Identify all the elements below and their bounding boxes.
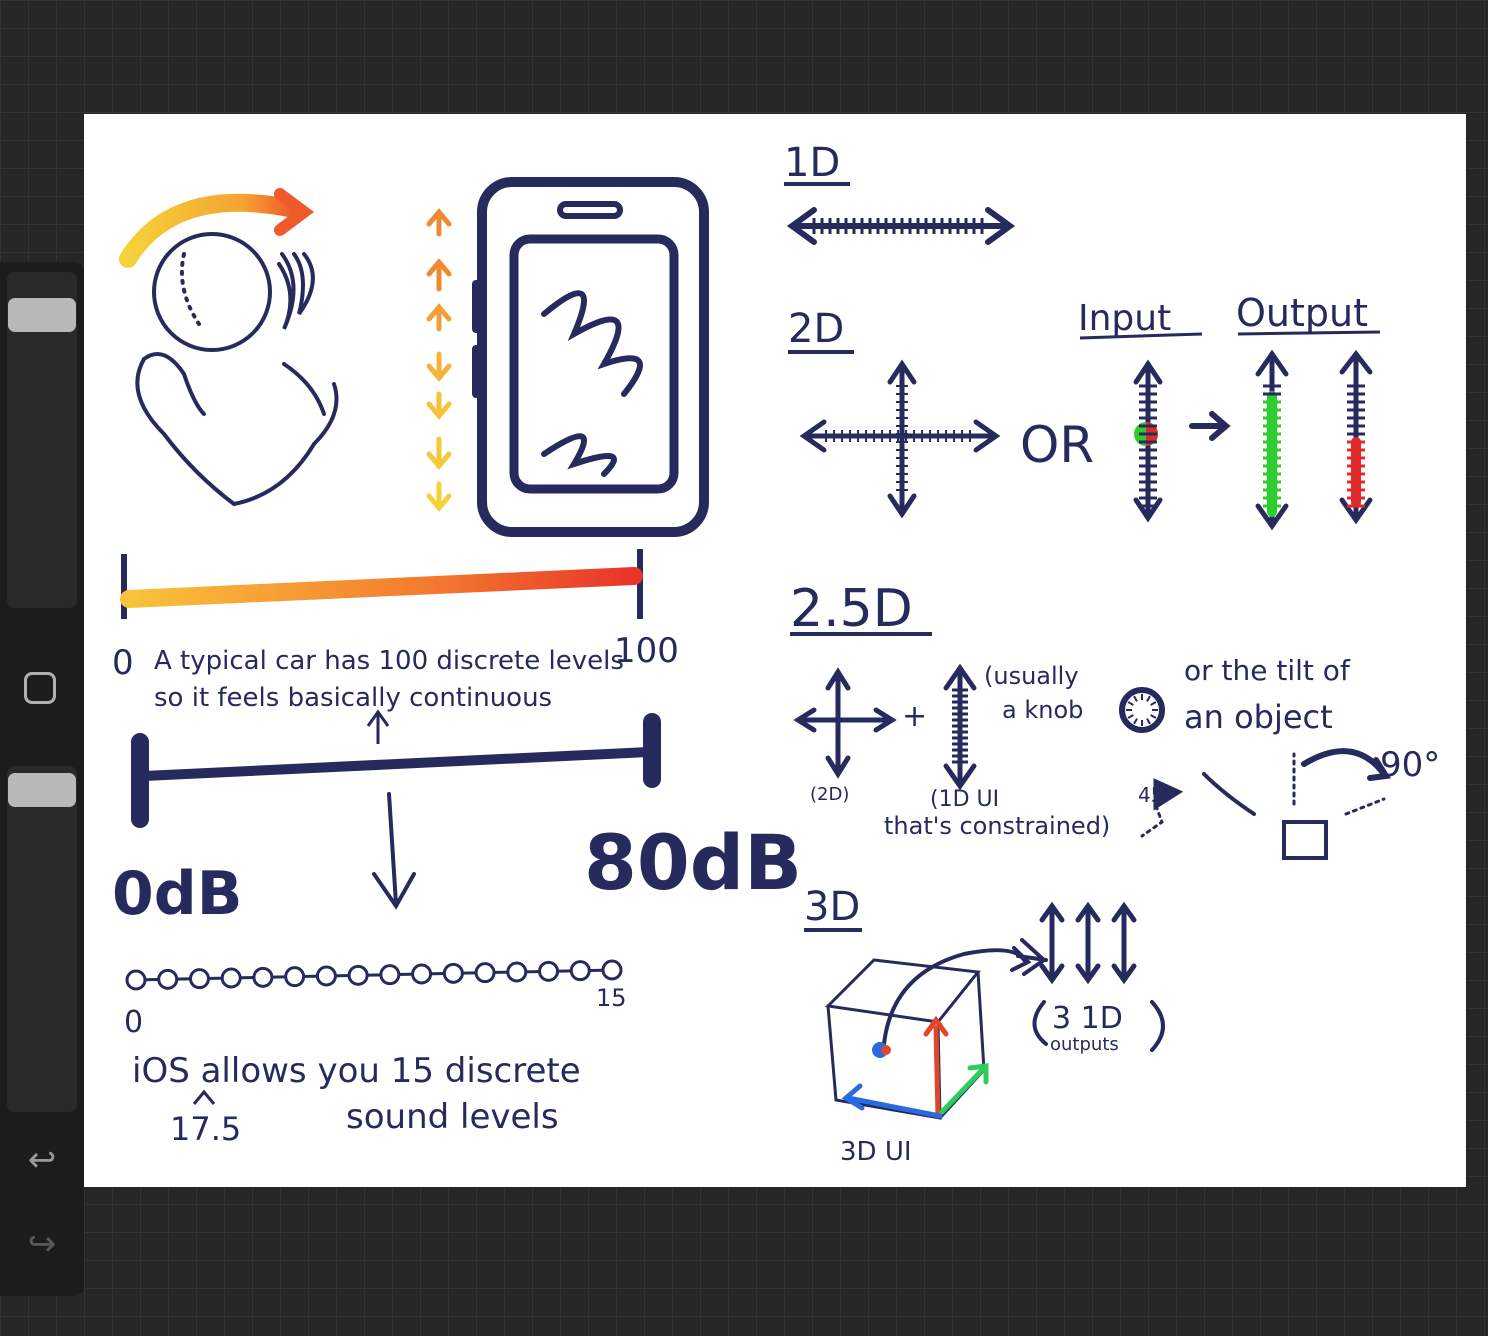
car-caption-2: so it feels basically continuous — [154, 683, 552, 713]
modify-button[interactable] — [24, 672, 56, 704]
ios-note: 17.5 — [170, 1110, 241, 1148]
knob-tick — [1133, 718, 1138, 725]
or-label: OR — [1020, 416, 1094, 474]
ios-level-dot — [220, 967, 242, 989]
brush-size-slider[interactable] — [8, 298, 76, 332]
knob-tick — [1150, 714, 1157, 719]
knob-tick — [1133, 695, 1138, 702]
an-object-label: an object — [1184, 698, 1333, 736]
underline-output — [1237, 330, 1381, 336]
ios-level-dot — [347, 964, 369, 986]
ios-level-dot — [506, 961, 528, 983]
outputs-label-1: 3 1D — [1052, 1001, 1123, 1036]
ios-level-dot — [601, 959, 623, 981]
ios-level-dot — [379, 964, 401, 986]
car-left-label: 0 — [112, 643, 134, 683]
angle-45: 45° — [1138, 783, 1173, 807]
ios-level-dot — [252, 966, 274, 988]
ios-level-dot — [125, 969, 147, 991]
undo-icon[interactable]: ↩ — [18, 1140, 66, 1180]
heading-1d: 1D — [784, 140, 840, 186]
ios-level-dot — [442, 962, 464, 984]
redo-icon[interactable]: ↪ — [18, 1224, 66, 1264]
note-knob: a knob — [1002, 696, 1083, 724]
knob-tick — [1150, 701, 1157, 706]
two-d-ticks — [825, 384, 1365, 508]
heading-2d: 2D — [788, 306, 844, 352]
knob-tick — [1146, 695, 1151, 702]
knob-tick — [1127, 714, 1134, 719]
heading-2-5d: 2.5D — [790, 579, 913, 639]
drawing-canvas[interactable]: 0 100 A typical car has 100 discrete lev… — [84, 114, 1466, 1187]
heading-3d: 3D — [804, 884, 860, 930]
car-caption-1: A typical car has 100 discrete levels — [154, 646, 624, 676]
ios-level-dot — [474, 962, 496, 984]
ios-start-label: 0 — [124, 1005, 143, 1040]
label-2d: (2D) — [810, 784, 849, 805]
plus-sign: + — [902, 699, 927, 734]
outputs-label-2: outputs — [1050, 1034, 1119, 1055]
input-output-scales — [1133, 349, 1373, 531]
note-usually: (usually — [984, 662, 1079, 690]
ios-level-dot — [188, 968, 210, 990]
ios-level-dot — [284, 966, 306, 988]
knob-tick — [1127, 701, 1134, 706]
up-arrow-small — [366, 709, 390, 744]
output-label: Output — [1236, 291, 1368, 335]
ios-caption-1: iOS allows you 15 discrete — [132, 1051, 581, 1091]
side-toolbar: ↩ ↪ — [0, 262, 84, 1296]
decibel-min-label: 0dB — [112, 859, 242, 929]
angle-90: 90° — [1380, 745, 1440, 785]
ios-level-dot — [538, 960, 560, 982]
car-volume-bar — [120, 549, 643, 619]
knob-tick — [1146, 718, 1151, 725]
input-label: Input — [1078, 298, 1171, 339]
or-tilt-label: or the tilt of — [1184, 654, 1351, 687]
ios-level-dot — [315, 965, 337, 987]
ios-level-dot — [411, 963, 433, 985]
opacity-slider[interactable] — [8, 773, 76, 807]
label-1d-ui: (1D UI — [930, 787, 999, 812]
ios-end-label: 15 — [596, 984, 627, 1012]
decibel-max-label: 80dB — [584, 818, 802, 907]
volume-arrows — [426, 208, 452, 512]
ios-caption-2: sound levels — [346, 1097, 559, 1137]
three-d-ui-label: 3D UI — [840, 1137, 912, 1167]
ios-level-dot — [157, 968, 179, 990]
phone-illustration — [472, 177, 709, 537]
opacity-track[interactable] — [7, 766, 77, 1112]
sketch-drawing: 0 100 A typical car has 100 discrete lev… — [112, 140, 1440, 1167]
caret-mark — [192, 1089, 216, 1105]
knob-hand-illustration — [119, 188, 339, 507]
label-constrained: that's constrained) — [884, 812, 1110, 840]
ios-level-dot — [569, 960, 591, 982]
